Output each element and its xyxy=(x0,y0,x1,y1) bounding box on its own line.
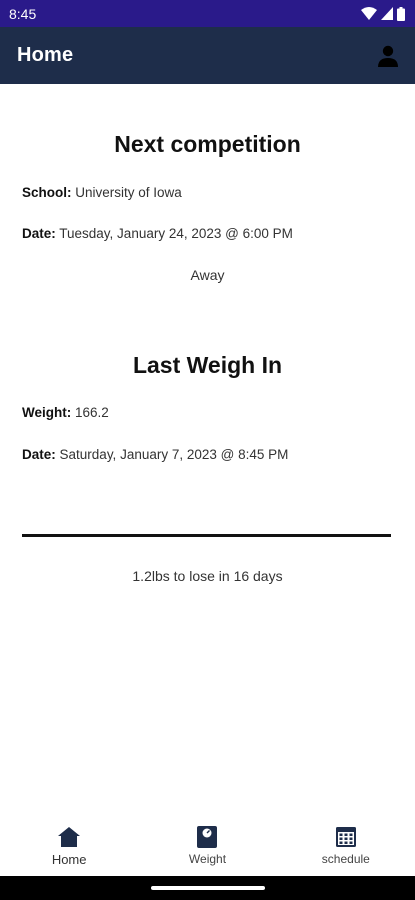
school-row: School: University of Iowa xyxy=(22,185,182,200)
weight-goal-summary: 1.2lbs to lose in 16 days xyxy=(132,568,283,584)
nav-item-weight[interactable]: Weight xyxy=(138,812,276,876)
home-gesture-handle[interactable] xyxy=(151,886,265,890)
last-weigh-in-heading: Last Weigh In xyxy=(132,352,283,378)
calendar-icon xyxy=(335,826,356,848)
weight-label: Weight: xyxy=(22,405,72,420)
nav-item-schedule[interactable]: schedule xyxy=(277,812,415,876)
home-icon xyxy=(58,826,81,848)
weigh-in-date-label: Date: xyxy=(22,447,56,462)
competition-date-value: Tuesday, January 24, 2023 @ 6:00 PM xyxy=(59,226,293,241)
nav-label-schedule: schedule xyxy=(321,852,370,866)
weigh-in-date-row: Date: Saturday, January 7, 2023 @ 8:45 P… xyxy=(22,447,288,462)
weight-value: 166.2 xyxy=(75,405,109,420)
app-bar: Home xyxy=(0,27,415,84)
page-title: Home xyxy=(17,44,74,66)
bottom-navigation: Home Weight schedule xyxy=(0,812,415,876)
competition-date-label: Date: xyxy=(22,226,56,241)
competition-location: Away xyxy=(190,267,225,283)
nav-label-weight: Weight xyxy=(188,852,227,866)
battery-icon xyxy=(397,6,405,21)
nav-label-home: Home xyxy=(51,852,87,867)
signal-icon xyxy=(381,7,393,20)
status-bar: 8:45 xyxy=(0,0,415,27)
school-label: School: xyxy=(22,185,72,200)
scale-icon xyxy=(197,826,218,848)
weight-progress-fill xyxy=(22,534,391,537)
weight-progress-bar xyxy=(22,534,391,537)
status-icons xyxy=(361,6,405,21)
nav-item-home[interactable]: Home xyxy=(0,812,138,876)
status-time: 8:45 xyxy=(9,5,37,22)
competition-date-row: Date: Tuesday, January 24, 2023 @ 6:00 P… xyxy=(22,226,293,241)
system-gesture-bar xyxy=(0,876,415,900)
weight-row: Weight: 166.2 xyxy=(22,405,109,420)
next-competition-heading: Next competition xyxy=(114,131,301,157)
wifi-icon xyxy=(361,7,377,20)
profile-button[interactable] xyxy=(375,43,401,69)
person-icon xyxy=(378,45,398,67)
weigh-in-date-value: Saturday, January 7, 2023 @ 8:45 PM xyxy=(59,447,289,462)
school-value: University of Iowa xyxy=(75,185,182,200)
